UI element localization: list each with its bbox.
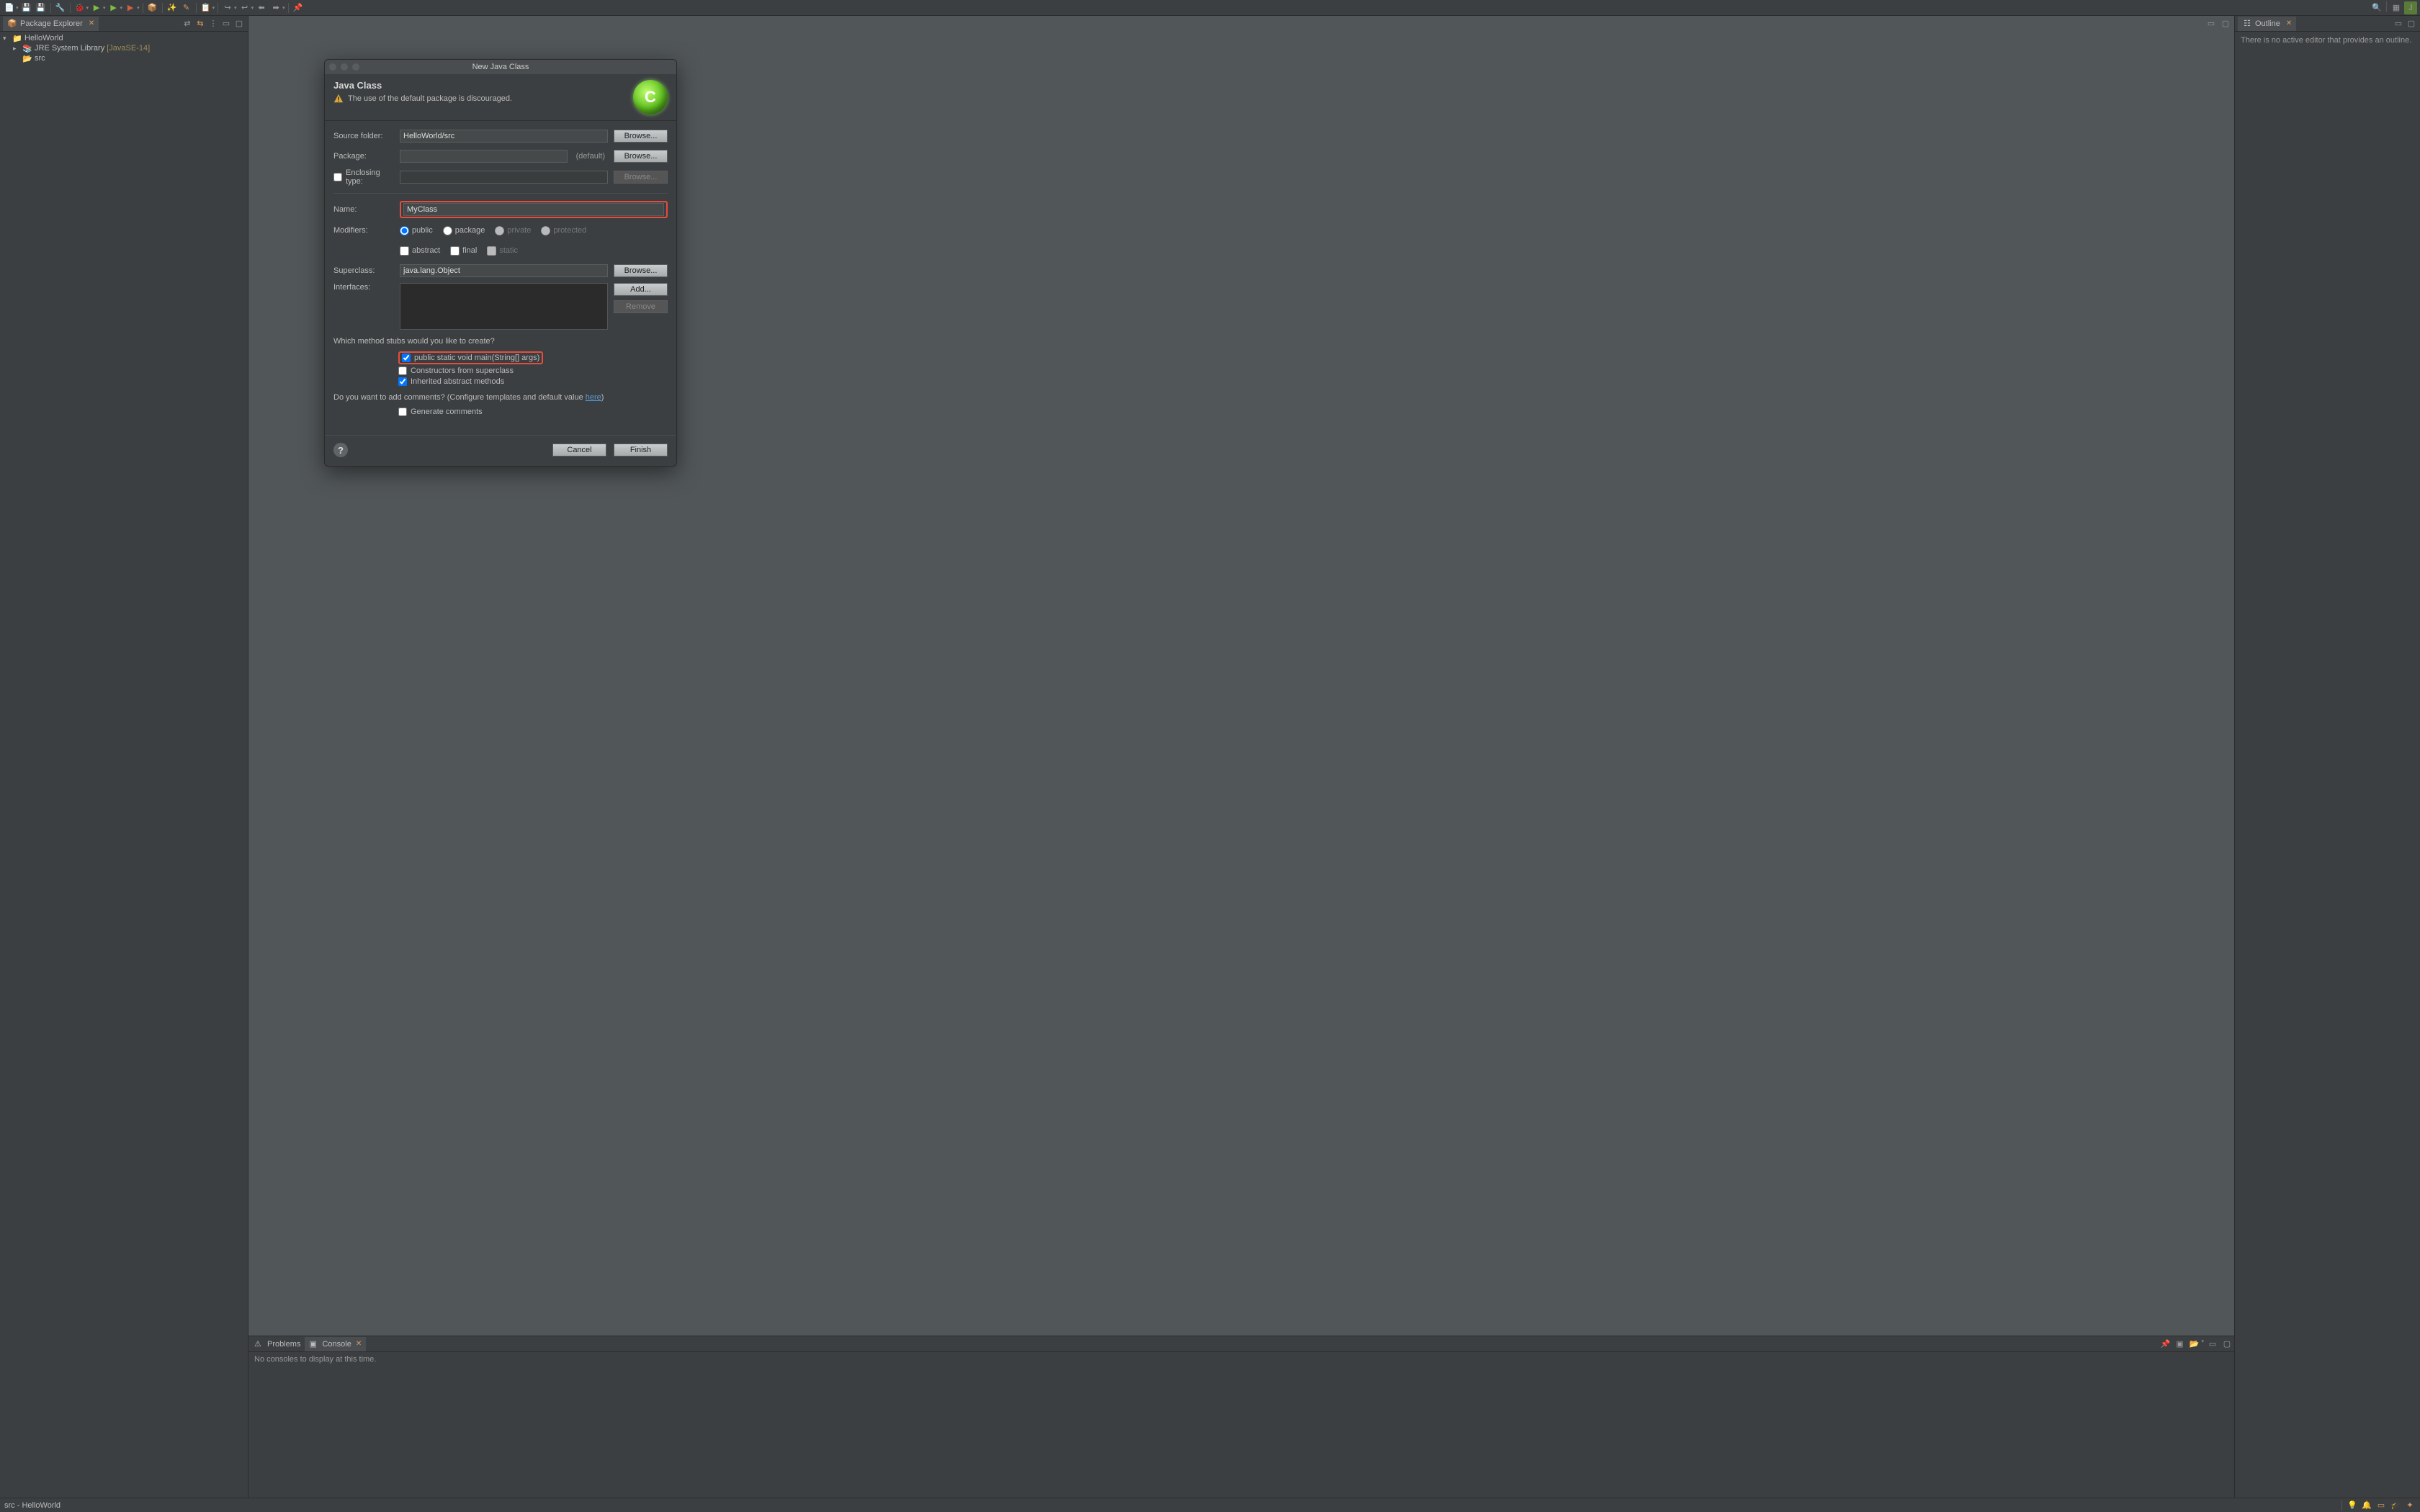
zoom-window-icon[interactable] <box>352 63 359 71</box>
comments-text-prefix: Do you want to add comments? (Configure … <box>333 393 586 402</box>
label-package: Package: <box>333 152 394 161</box>
modifier-public-radio[interactable] <box>400 226 409 235</box>
warning-icon <box>333 94 344 104</box>
close-window-icon[interactable] <box>329 63 336 71</box>
name-input[interactable] <box>403 203 664 216</box>
help-icon[interactable]: ? <box>333 443 348 457</box>
modifier-label: static <box>499 246 518 255</box>
main-method-checkbox[interactable] <box>402 354 411 362</box>
modifier-label: final <box>462 246 477 255</box>
label-source-folder: Source folder: <box>333 132 394 140</box>
superclass-input[interactable] <box>400 264 608 277</box>
remove-interface-button: Remove <box>614 300 668 313</box>
checkbox-label: Generate comments <box>411 408 483 416</box>
comments-text-suffix: ) <box>601 393 604 402</box>
source-folder-input[interactable] <box>400 130 608 143</box>
finish-button[interactable]: Finish <box>614 444 668 456</box>
main-method-highlight: public static void main(String[] args) <box>398 351 543 364</box>
row-source-folder: Source folder: Browse... <box>333 128 668 144</box>
comments-question: Do you want to add comments? (Configure … <box>333 393 668 402</box>
checkbox-label: Inherited abstract methods <box>411 377 504 386</box>
checkbox-label: public static void main(String[] args) <box>414 354 539 362</box>
label-superclass: Superclass: <box>333 266 394 275</box>
dialog-title: Java Class <box>333 80 633 91</box>
new-java-class-dialog: New Java Class Java Class The use of the… <box>324 59 677 467</box>
label-enclosing-type: Enclosing type: <box>346 168 394 186</box>
modifier-static-checkbox <box>487 246 496 256</box>
inherited-methods-checkbox[interactable] <box>398 377 407 386</box>
dialog-window-title: New Java Class <box>325 63 676 71</box>
modifier-protected-radio <box>541 226 550 235</box>
cancel-button[interactable]: Cancel <box>552 444 606 456</box>
browse-enclosing-button: Browse... <box>614 171 668 184</box>
label-modifiers: Modifiers: <box>333 226 394 235</box>
label-name: Name: <box>333 205 394 214</box>
comments-group: Generate comments <box>398 408 668 416</box>
dialog-body: Source folder: Browse... Package: (defau… <box>325 121 676 420</box>
modifier-label: package <box>455 226 485 235</box>
label-interfaces: Interfaces: <box>333 283 394 292</box>
stubs-question: Which method stubs would you like to cre… <box>333 337 668 346</box>
modifier-abstract-checkbox[interactable] <box>400 246 409 256</box>
modifier-label: protected <box>553 226 586 235</box>
row-enclosing-type: Enclosing type: Browse... <box>333 168 668 186</box>
name-highlight <box>400 201 668 218</box>
row-interfaces: Interfaces: Add... Remove <box>333 283 668 330</box>
configure-templates-link[interactable]: here <box>586 393 601 402</box>
enclosing-type-input <box>400 171 608 184</box>
dialog-footer: ? Cancel Finish <box>325 435 676 466</box>
row-modifiers-2: abstract final static <box>333 243 668 258</box>
minimize-window-icon[interactable] <box>341 63 348 71</box>
dialog-titlebar[interactable]: New Java Class <box>325 60 676 74</box>
package-input[interactable] <box>400 150 568 163</box>
browse-package-button[interactable]: Browse... <box>614 150 668 163</box>
browse-superclass-button[interactable]: Browse... <box>614 264 668 277</box>
modifier-label: public <box>412 226 433 235</box>
modifier-package-radio[interactable] <box>443 226 452 235</box>
generate-comments-checkbox[interactable] <box>398 408 407 416</box>
checkbox-label: Constructors from superclass <box>411 366 514 375</box>
row-modifiers: Modifiers: public package private protec… <box>333 222 668 238</box>
stubs-group: public static void main(String[] args) C… <box>398 351 668 386</box>
dialog-header: Java Class The use of the default packag… <box>325 74 676 121</box>
modifier-label: abstract <box>412 246 440 255</box>
modifier-private-radio <box>495 226 504 235</box>
package-default-text: (default) <box>576 152 605 161</box>
modifier-label: private <box>507 226 531 235</box>
dialog-warning-text: The use of the default package is discou… <box>348 94 512 103</box>
dialog-overlay: New Java Class Java Class The use of the… <box>0 0 2420 1512</box>
window-controls <box>329 63 359 71</box>
class-wizard-icon: C <box>633 80 668 114</box>
constructors-checkbox[interactable] <box>398 366 407 375</box>
row-superclass: Superclass: Browse... <box>333 263 668 279</box>
modifier-final-checkbox[interactable] <box>450 246 460 256</box>
add-interface-button[interactable]: Add... <box>614 283 668 296</box>
interfaces-list[interactable] <box>400 283 608 330</box>
row-package: Package: (default) Browse... <box>333 148 668 164</box>
browse-source-button[interactable]: Browse... <box>614 130 668 143</box>
enclosing-type-checkbox[interactable] <box>333 173 342 181</box>
row-name: Name: <box>333 201 668 218</box>
separator <box>333 193 668 194</box>
